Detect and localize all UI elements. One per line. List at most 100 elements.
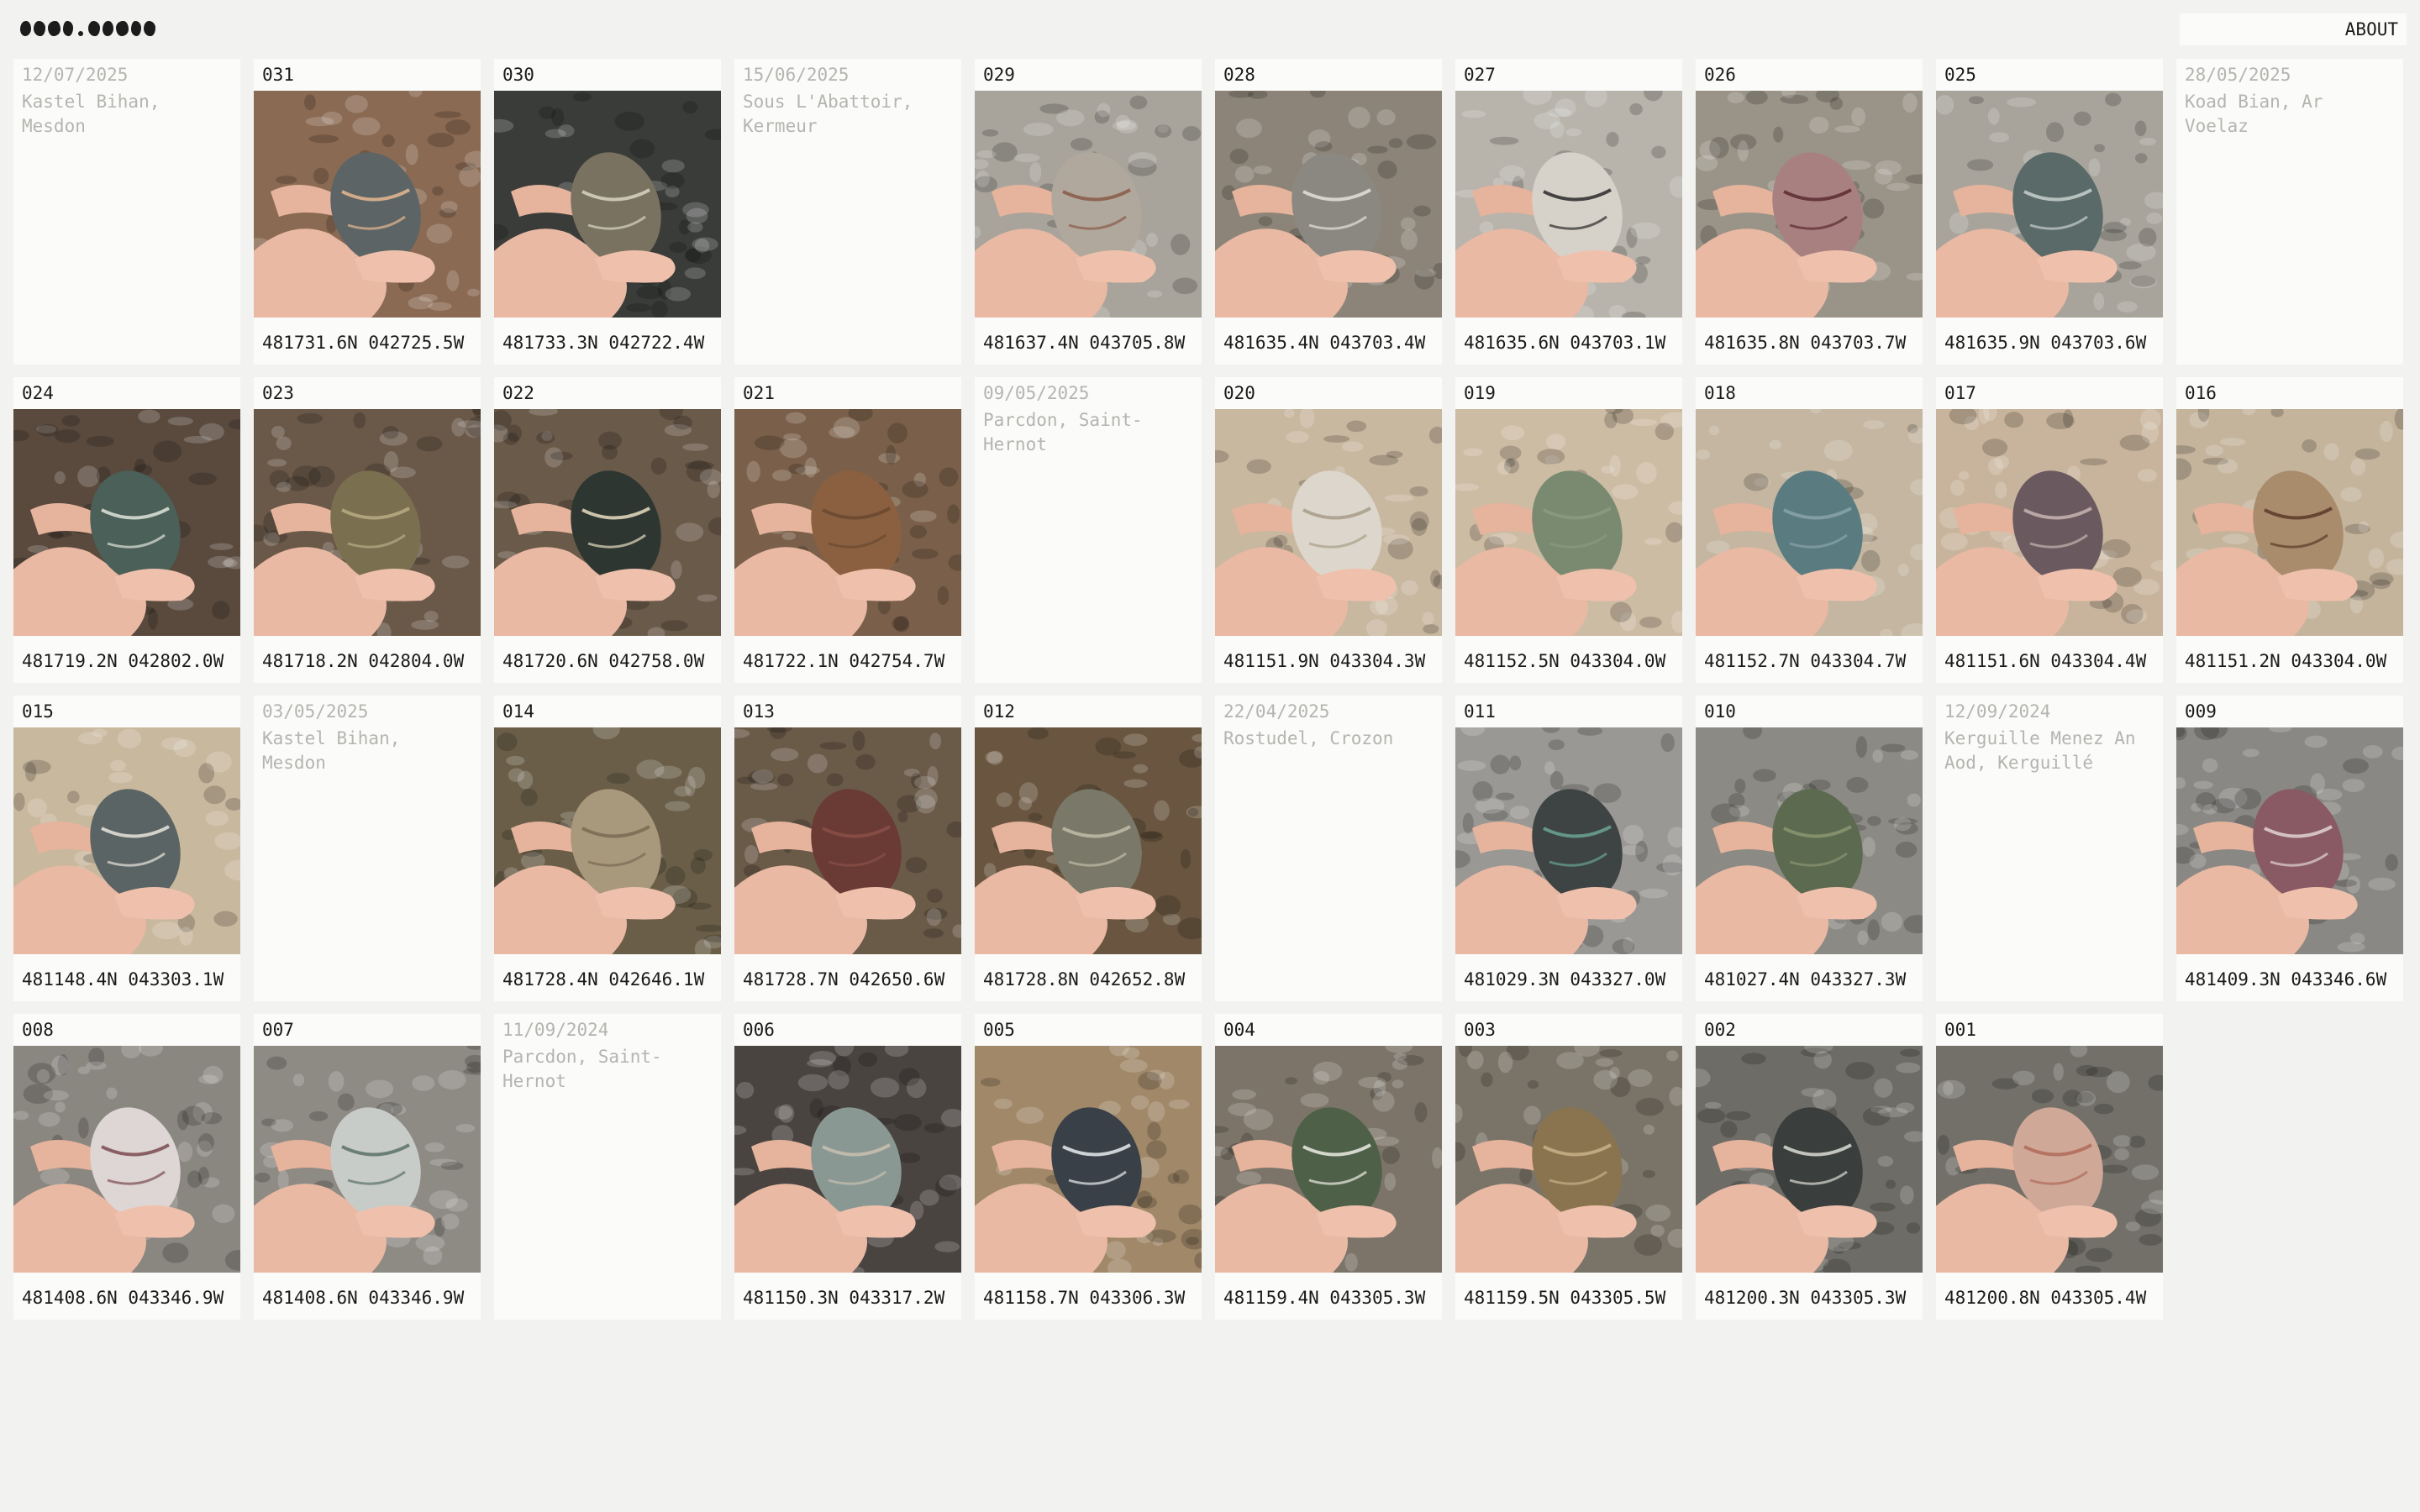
stone-in-hand-image xyxy=(1455,727,1682,954)
stone-coordinates: 481718.2N 042804.0W xyxy=(262,651,465,671)
stone-coordinates: 481720.6N 042758.0W xyxy=(502,651,705,671)
stone-photo[interactable] xyxy=(1455,409,1682,636)
about-button[interactable]: ABOUT xyxy=(2180,13,2407,45)
stone-photo[interactable] xyxy=(1455,91,1682,318)
stone-photo[interactable] xyxy=(1455,1046,1682,1273)
location-date-card[interactable]: 11/09/2024 Parcdon, Saint-Hernot xyxy=(494,1014,721,1320)
stone-card[interactable]: 028 481635.4N 043703.4W xyxy=(1215,59,1442,365)
stone-photo[interactable] xyxy=(1696,409,1923,636)
stone-card[interactable]: 004 481159.4N 043305.3W xyxy=(1215,1014,1442,1320)
stone-card[interactable]: 005 481158.7N 043306.3W xyxy=(975,1014,1202,1320)
stone-number: 015 xyxy=(22,701,54,722)
stone-photo[interactable] xyxy=(494,727,721,954)
stone-card[interactable]: 030 481733.3N 042722.4W xyxy=(494,59,721,365)
stone-photo[interactable] xyxy=(254,409,481,636)
stone-photo[interactable] xyxy=(1936,1046,2163,1273)
stone-card[interactable]: 013 481728.7N 042650.6W xyxy=(734,696,961,1001)
stone-card[interactable]: 008 481408.6N 043346.9W xyxy=(13,1014,240,1320)
stone-card[interactable]: 018 481152.7N 043304.7W xyxy=(1696,377,1923,683)
card-date: 15/06/2025 xyxy=(743,65,850,85)
card-date: 11/09/2024 xyxy=(502,1020,609,1040)
stone-photo[interactable] xyxy=(254,1046,481,1273)
stone-card[interactable]: 016 481151.2N 043304.0W xyxy=(2176,377,2403,683)
stone-photo[interactable] xyxy=(1936,91,2163,318)
stone-card[interactable]: 010 481027.4N 043327.3W xyxy=(1696,696,1923,1001)
stone-photo[interactable] xyxy=(1696,91,1923,318)
stone-card[interactable]: 026 481635.8N 043703.7W xyxy=(1696,59,1923,365)
location-date-card[interactable]: 15/06/2025 Sous L'Abattoir, Kermeur xyxy=(734,59,961,365)
stone-card[interactable]: 023 481718.2N 042804.0W xyxy=(254,377,481,683)
stone-card[interactable]: 022 481720.6N 042758.0W xyxy=(494,377,721,683)
stone-photo[interactable] xyxy=(13,1046,240,1273)
stone-photo[interactable] xyxy=(13,409,240,636)
stone-photo[interactable] xyxy=(1455,727,1682,954)
stone-in-hand-image xyxy=(13,1046,240,1273)
logo-pebble-icon xyxy=(48,21,60,36)
stone-card[interactable]: 031 481731.6N 042725.5W xyxy=(254,59,481,365)
stone-card[interactable]: 011 481029.3N 043327.0W xyxy=(1455,696,1682,1001)
stone-photo[interactable] xyxy=(254,91,481,318)
logo-pebble-icon xyxy=(88,21,100,36)
stone-coordinates: 481152.5N 043304.0W xyxy=(1464,651,1666,671)
stone-card[interactable]: 027 481635.6N 043703.1W xyxy=(1455,59,1682,365)
card-place: Koad Bian, Ar Voelaz xyxy=(2185,92,2323,136)
stone-card[interactable]: 015 481148.4N 043303.1W xyxy=(13,696,240,1001)
stone-card[interactable]: 001 481200.8N 043305.4W xyxy=(1936,1014,2163,1320)
stone-number: 001 xyxy=(1944,1020,1976,1040)
stone-coordinates: 481408.6N 043346.9W xyxy=(22,1288,224,1308)
location-date-card[interactable]: 09/05/2025 Parcdon, Saint-Hernot xyxy=(975,377,1202,683)
logo-pebble-icon xyxy=(34,21,45,36)
stone-photo[interactable] xyxy=(734,727,961,954)
stone-coordinates: 481159.5N 043305.5W xyxy=(1464,1288,1666,1308)
stone-photo[interactable] xyxy=(1696,727,1923,954)
stone-photo[interactable] xyxy=(734,409,961,636)
stone-number: 026 xyxy=(1704,65,1736,85)
stone-card[interactable]: 003 481159.5N 043305.5W xyxy=(1455,1014,1682,1320)
stone-photo[interactable] xyxy=(734,1046,961,1273)
stone-card[interactable]: 029 481637.4N 043705.8W xyxy=(975,59,1202,365)
stone-photo[interactable] xyxy=(494,91,721,318)
stone-card[interactable]: 024 481719.2N 042802.0W xyxy=(13,377,240,683)
stone-card[interactable]: 007 481408.6N 043346.9W xyxy=(254,1014,481,1320)
stone-number: 003 xyxy=(1464,1020,1496,1040)
stone-photo[interactable] xyxy=(975,727,1202,954)
location-date-card[interactable]: 12/07/2025 Kastel Bihan, Mesdon xyxy=(13,59,240,365)
stone-card[interactable]: 021 481722.1N 042754.7W xyxy=(734,377,961,683)
stone-photo[interactable] xyxy=(1215,409,1442,636)
card-place: Parcdon, Saint-Hernot xyxy=(502,1047,662,1091)
stone-photo[interactable] xyxy=(1215,1046,1442,1273)
stone-photo[interactable] xyxy=(1696,1046,1923,1273)
stone-photo[interactable] xyxy=(1936,409,2163,636)
stone-card[interactable]: 014 481728.4N 042646.1W xyxy=(494,696,721,1001)
card-date: 12/09/2024 xyxy=(1944,701,2051,722)
stone-photo[interactable] xyxy=(2176,409,2403,636)
stone-number: 014 xyxy=(502,701,534,722)
stone-photo[interactable] xyxy=(13,727,240,954)
location-date-card[interactable]: 12/09/2024 Kerguille Menez An Aod, Kergui… xyxy=(1936,696,2163,1001)
location-date-card[interactable]: 28/05/2025 Koad Bian, Ar Voelaz xyxy=(2176,59,2403,365)
stone-card[interactable]: 012 481728.8N 042652.8W xyxy=(975,696,1202,1001)
stone-card[interactable]: 017 481151.6N 043304.4W xyxy=(1936,377,2163,683)
stone-photo[interactable] xyxy=(975,1046,1202,1273)
stone-card[interactable]: 020 481151.9N 043304.3W xyxy=(1215,377,1442,683)
stone-coordinates: 481151.2N 043304.0W xyxy=(2185,651,2387,671)
stone-card[interactable]: 009 481409.3N 043346.6W xyxy=(2176,696,2403,1001)
card-place: Sous L'Abattoir, Kermeur xyxy=(743,92,913,136)
stone-coordinates: 481148.4N 043303.1W xyxy=(22,969,224,990)
stone-number: 018 xyxy=(1704,383,1736,403)
stone-card[interactable]: 025 481635.9N 043703.6W xyxy=(1936,59,2163,365)
stone-card[interactable]: 002 481200.3N 043305.3W xyxy=(1696,1014,1923,1320)
stone-card[interactable]: 006 481150.3N 043317.2W xyxy=(734,1014,961,1320)
stone-photo[interactable] xyxy=(494,409,721,636)
stone-photo[interactable] xyxy=(1215,91,1442,318)
stone-photo[interactable] xyxy=(2176,727,2403,954)
stone-number: 022 xyxy=(502,383,534,403)
stone-card[interactable]: 019 481152.5N 043304.0W xyxy=(1455,377,1682,683)
location-date-card[interactable]: 03/05/2025 Kastel Bihan, Mesdon xyxy=(254,696,481,1001)
card-place: Rostudel, Crozon xyxy=(1223,728,1394,748)
stone-number: 009 xyxy=(2185,701,2217,722)
site-logo[interactable] xyxy=(20,17,155,40)
stone-photo[interactable] xyxy=(975,91,1202,318)
stone-coordinates: 481151.6N 043304.4W xyxy=(1944,651,2147,671)
location-date-card[interactable]: 22/04/2025 Rostudel, Crozon xyxy=(1215,696,1442,1001)
